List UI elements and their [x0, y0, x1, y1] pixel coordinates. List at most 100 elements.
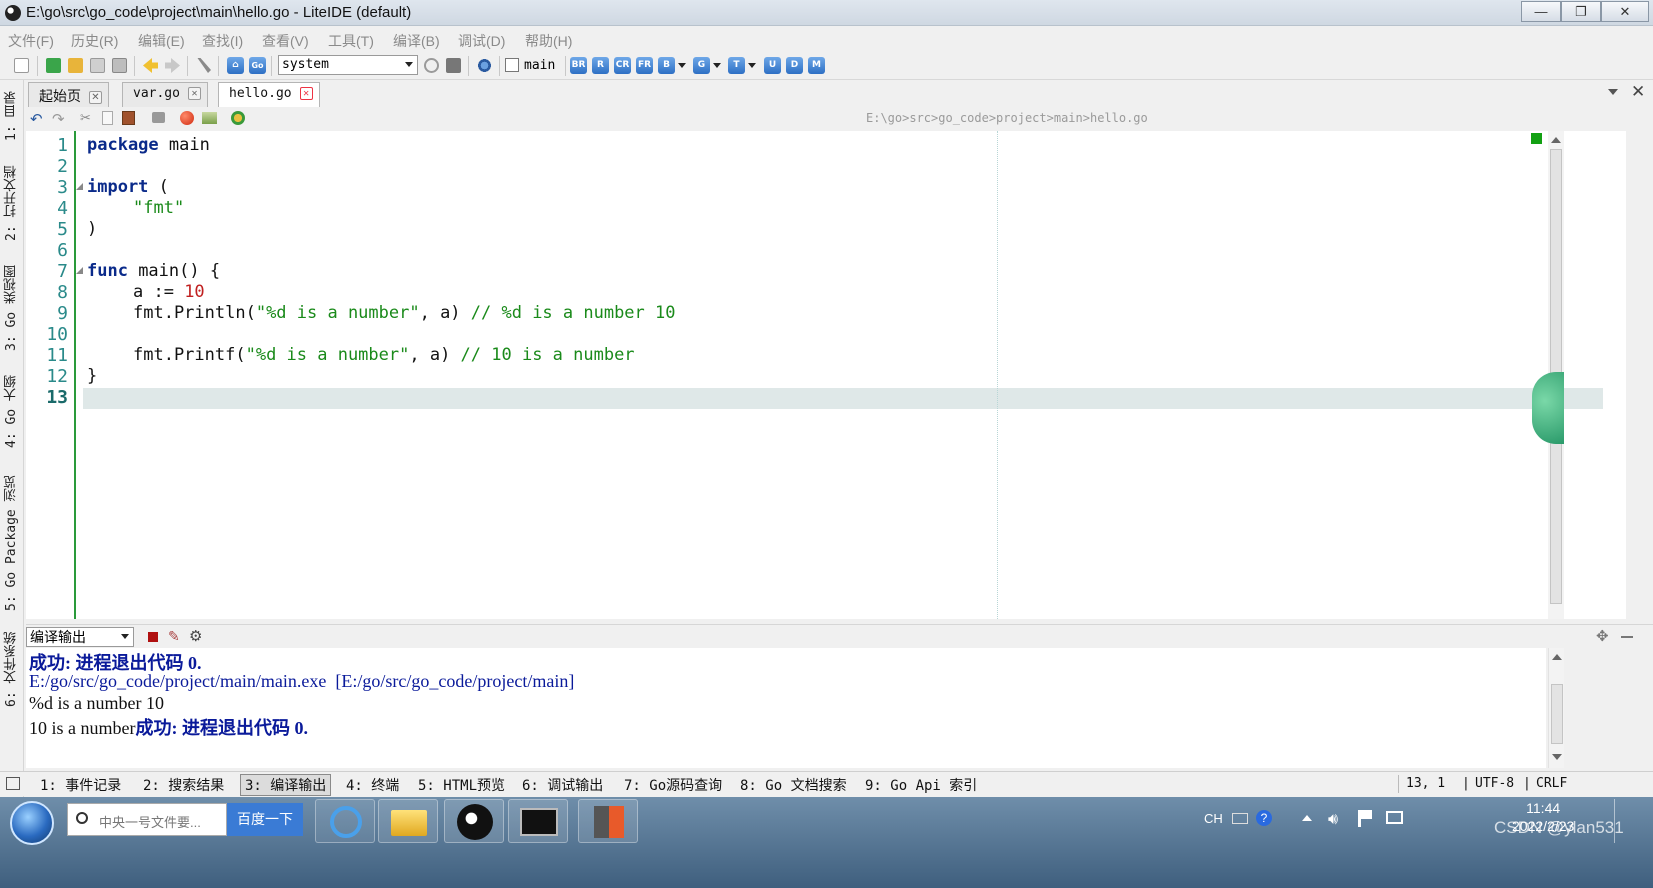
- sidebar-tab-package-browser[interactable]: 5: Go Package 浏览: [2, 468, 24, 618]
- close-icon[interactable]: ✕: [299, 87, 313, 100]
- fold-marker-icon[interactable]: [76, 267, 83, 274]
- export-icon[interactable]: [202, 112, 217, 124]
- clean-run-button[interactable]: CR: [614, 57, 631, 74]
- home-icon[interactable]: ⌂: [227, 57, 244, 74]
- menu-find[interactable]: 查找(I): [202, 31, 243, 51]
- maximize-button[interactable]: ❐: [1561, 1, 1601, 22]
- settings-gear-icon[interactable]: [477, 58, 492, 73]
- save-all-icon[interactable]: [112, 58, 127, 73]
- scroll-up-icon[interactable]: [1552, 654, 1562, 660]
- back-arrow-icon[interactable]: [143, 58, 158, 73]
- new-project-icon[interactable]: [46, 58, 61, 73]
- menu-file[interactable]: 文件(F): [8, 31, 54, 51]
- save-icon[interactable]: [90, 58, 105, 73]
- taskbar-app-icon[interactable]: [578, 799, 638, 843]
- run-button[interactable]: R: [592, 57, 609, 74]
- tab-list-dropdown-icon[interactable]: [1608, 89, 1618, 95]
- environment-select[interactable]: system: [278, 55, 418, 75]
- copy-icon[interactable]: [102, 111, 113, 125]
- bottom-tab-event-log[interactable]: 1: 事件记录: [40, 775, 121, 795]
- go-icon[interactable]: Go: [249, 57, 266, 74]
- mod-button[interactable]: M: [808, 57, 825, 74]
- scroll-thumb[interactable]: [1551, 684, 1563, 744]
- undo-icon[interactable]: ↶: [30, 110, 43, 128]
- bottom-tab-go-api-index[interactable]: 9: Go Api 索引: [865, 775, 977, 795]
- debug-button[interactable]: D: [786, 57, 803, 74]
- output-settings-gear-icon[interactable]: ⚙: [189, 627, 202, 645]
- search-submit-button[interactable]: 百度一下: [227, 803, 303, 836]
- close-editor-icon[interactable]: ✕: [1631, 82, 1645, 102]
- sidebar-tab-open-docs[interactable]: 2: 打开文档: [2, 160, 24, 246]
- new-file-icon[interactable]: [14, 58, 29, 73]
- menu-edit[interactable]: 编辑(E): [138, 31, 185, 51]
- clear-output-icon[interactable]: ✎: [168, 628, 180, 645]
- cut-icon[interactable]: ✂: [80, 110, 91, 126]
- forward-arrow-icon[interactable]: [165, 58, 180, 73]
- tab-start-page[interactable]: 起始页 ✕: [28, 82, 109, 107]
- menu-build[interactable]: 编译(B): [393, 31, 440, 51]
- toggle-sidebar-icon[interactable]: [6, 777, 20, 790]
- paste-icon[interactable]: [122, 111, 135, 125]
- show-desktop-button[interactable]: [1614, 799, 1648, 843]
- test-button[interactable]: T: [728, 57, 745, 74]
- code-editor[interactable]: 1 2 3 4 5 6 7 8 9 10 11 12 13 package ma…: [26, 131, 1626, 619]
- bottom-tab-go-doc-search[interactable]: 8: Go 文档搜索: [740, 775, 847, 795]
- sidebar-tab-directory[interactable]: 1: 目录: [2, 86, 24, 146]
- edit-env-icon[interactable]: [446, 58, 461, 73]
- sidebar-tab-class-view[interactable]: 3: Go 类视图: [2, 262, 24, 354]
- bottom-tab-terminal[interactable]: 4: 终端: [346, 775, 399, 795]
- file-run-button[interactable]: FR: [636, 57, 653, 74]
- minimize-button[interactable]: —: [1521, 1, 1561, 22]
- show-hidden-icons[interactable]: [1302, 815, 1312, 821]
- scroll-down-icon[interactable]: [1552, 754, 1562, 760]
- menu-help[interactable]: 帮助(H): [525, 31, 572, 51]
- float-panel-icon[interactable]: ✥: [1596, 627, 1609, 645]
- tools-icon[interactable]: [197, 58, 211, 73]
- start-button[interactable]: [10, 801, 54, 845]
- format-icon[interactable]: [231, 111, 245, 125]
- refresh-icon[interactable]: [424, 58, 439, 73]
- scroll-up-icon[interactable]: [1551, 137, 1561, 143]
- input-language[interactable]: CH: [1204, 811, 1223, 826]
- build-dropdown-icon[interactable]: [678, 63, 686, 68]
- taskbar-ie-icon[interactable]: [315, 799, 375, 843]
- redo-icon[interactable]: ↷: [52, 110, 65, 128]
- minimize-panel-icon[interactable]: [1621, 636, 1633, 638]
- close-button[interactable]: ✕: [1601, 1, 1649, 22]
- open-folder-icon[interactable]: [68, 58, 83, 73]
- bottom-tab-build-output[interactable]: 3: 编译输出: [240, 774, 332, 796]
- bottom-tab-debug-output[interactable]: 6: 调试输出: [522, 775, 603, 795]
- file-encoding[interactable]: UTF-8: [1475, 776, 1514, 791]
- menu-tools[interactable]: 工具(T): [328, 31, 374, 51]
- build-button[interactable]: B: [658, 57, 675, 74]
- build-output[interactable]: 成功: 进程退出代码 0. E:/go/src/go_code/project/…: [26, 648, 1546, 768]
- fold-marker-icon[interactable]: [76, 183, 83, 190]
- tab-var-go[interactable]: var.go ✕: [122, 82, 208, 107]
- stop-icon[interactable]: [148, 632, 158, 642]
- tab-hello-go[interactable]: hello.go ✕: [218, 82, 320, 108]
- lock-icon[interactable]: [152, 112, 165, 123]
- menu-history[interactable]: 历史(R): [71, 31, 118, 51]
- taskbar-explorer-icon[interactable]: [378, 799, 438, 843]
- output-vertical-scrollbar[interactable]: [1548, 648, 1564, 768]
- network-icon[interactable]: [1386, 811, 1403, 824]
- get-dropdown-icon[interactable]: [713, 63, 721, 68]
- keyboard-icon[interactable]: [1232, 813, 1248, 824]
- get-button[interactable]: G: [693, 57, 710, 74]
- sidebar-tab-outline[interactable]: 4: Go 大纲: [2, 370, 24, 454]
- output-selector[interactable]: 编译输出: [26, 627, 134, 647]
- taskbar-liteide-icon[interactable]: [444, 799, 504, 843]
- bottom-tab-html-preview[interactable]: 5: HTML预览: [418, 775, 505, 795]
- bottom-tab-search-results[interactable]: 2: 搜索结果: [143, 775, 224, 795]
- test-dropdown-icon[interactable]: [748, 63, 756, 68]
- taskbar-cmd-icon[interactable]: [508, 799, 568, 843]
- bottom-tab-go-source-query[interactable]: 7: Go源码查询: [624, 775, 722, 795]
- menu-view[interactable]: 查看(V): [262, 31, 309, 51]
- close-icon[interactable]: ✕: [187, 87, 201, 100]
- build-run-button[interactable]: BR: [570, 57, 587, 74]
- line-ending[interactable]: CRLF: [1536, 776, 1567, 791]
- help-icon[interactable]: ?: [1256, 810, 1272, 826]
- target-checkbox[interactable]: [505, 58, 519, 72]
- menu-debug[interactable]: 调试(D): [458, 31, 505, 51]
- record-icon[interactable]: [180, 111, 194, 125]
